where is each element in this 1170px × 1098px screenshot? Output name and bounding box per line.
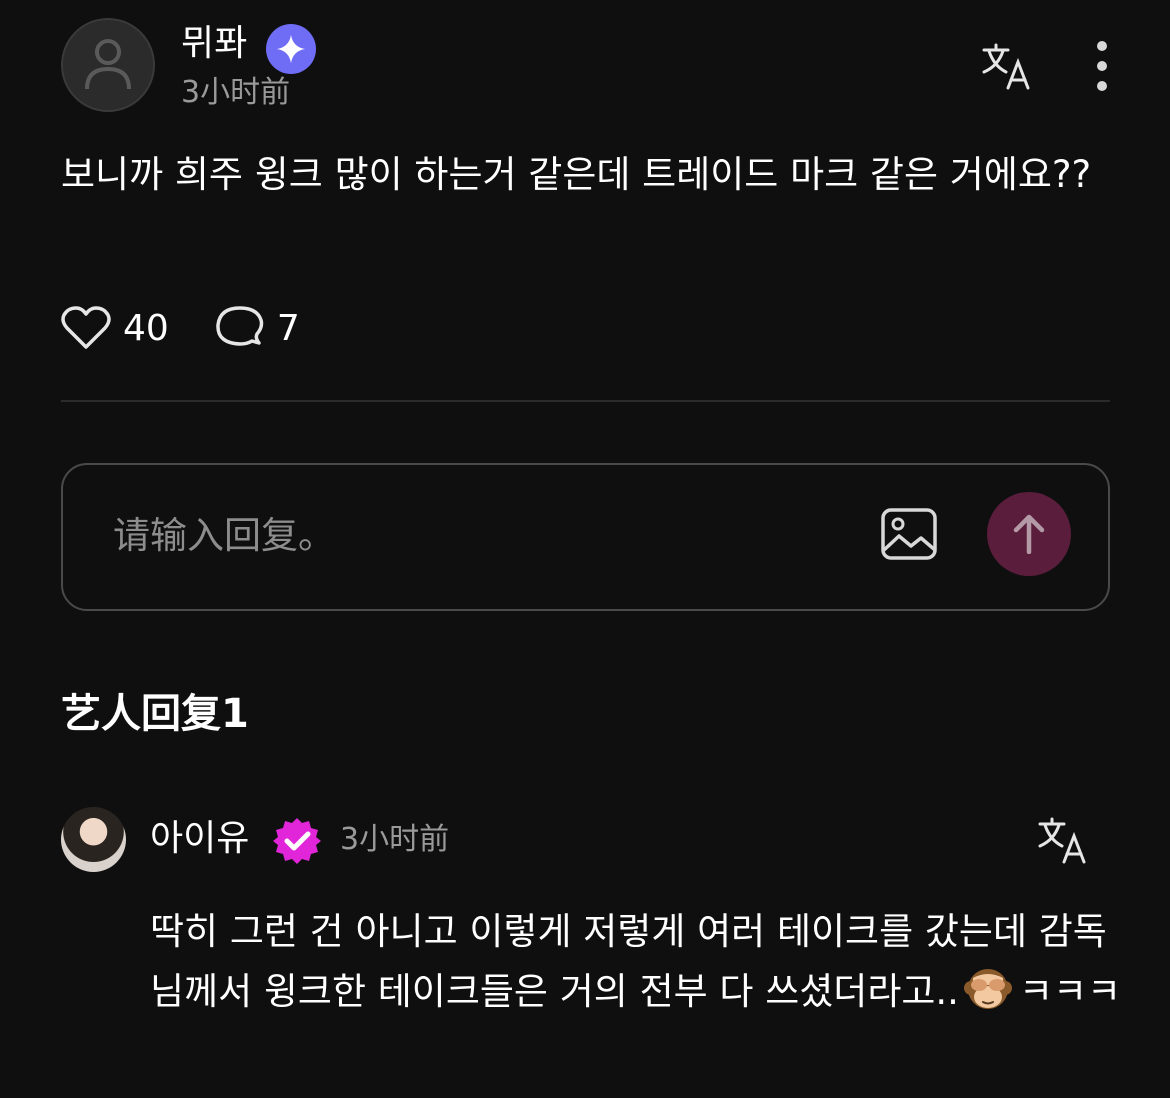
like-count: 40: [123, 307, 169, 349]
author-name[interactable]: 뮈퐈: [181, 22, 247, 66]
image-icon[interactable]: [881, 508, 937, 560]
reply-text: 딱히 그런 건 아니고 이렇게 저렇게 여러 테이크를 갔는데 감독님께서 윙크…: [150, 902, 1130, 1022]
artist-avatar[interactable]: [61, 807, 126, 872]
avatar-placeholder-icon: [85, 39, 131, 90]
translate-icon[interactable]: [1036, 816, 1088, 866]
divider: [61, 400, 1110, 402]
reply-time: 3小时前: [340, 822, 450, 857]
arrow-up-icon: [1013, 514, 1045, 554]
verified-badge-icon: [266, 24, 316, 74]
heart-icon: [61, 306, 111, 349]
translate-icon[interactable]: [980, 42, 1032, 92]
post-stats: 40 7: [61, 302, 300, 354]
post-time: 3小时前: [181, 75, 291, 110]
comment-button[interactable]: 7: [215, 305, 300, 351]
artist-name[interactable]: 아이유: [150, 816, 249, 862]
reply-input[interactable]: 请输入回复。: [113, 512, 335, 560]
verified-badge-icon: [273, 818, 321, 864]
more-vertical-icon[interactable]: [1088, 40, 1116, 92]
reply-text-laugh: ㅋㅋㅋ: [1018, 970, 1122, 1013]
comment-icon: [216, 306, 264, 346]
send-button[interactable]: [987, 492, 1071, 576]
like-button[interactable]: 40: [61, 306, 169, 350]
see-no-evil-monkey-emoji: [963, 969, 1012, 1009]
author-avatar[interactable]: [61, 18, 155, 112]
post-text: 보니까 희주 윙크 많이 하는거 같은데 트레이드 마크 같은 거에요??: [61, 153, 1092, 196]
section-title: 艺人回复1: [61, 691, 249, 737]
comment-count: 7: [276, 307, 300, 349]
